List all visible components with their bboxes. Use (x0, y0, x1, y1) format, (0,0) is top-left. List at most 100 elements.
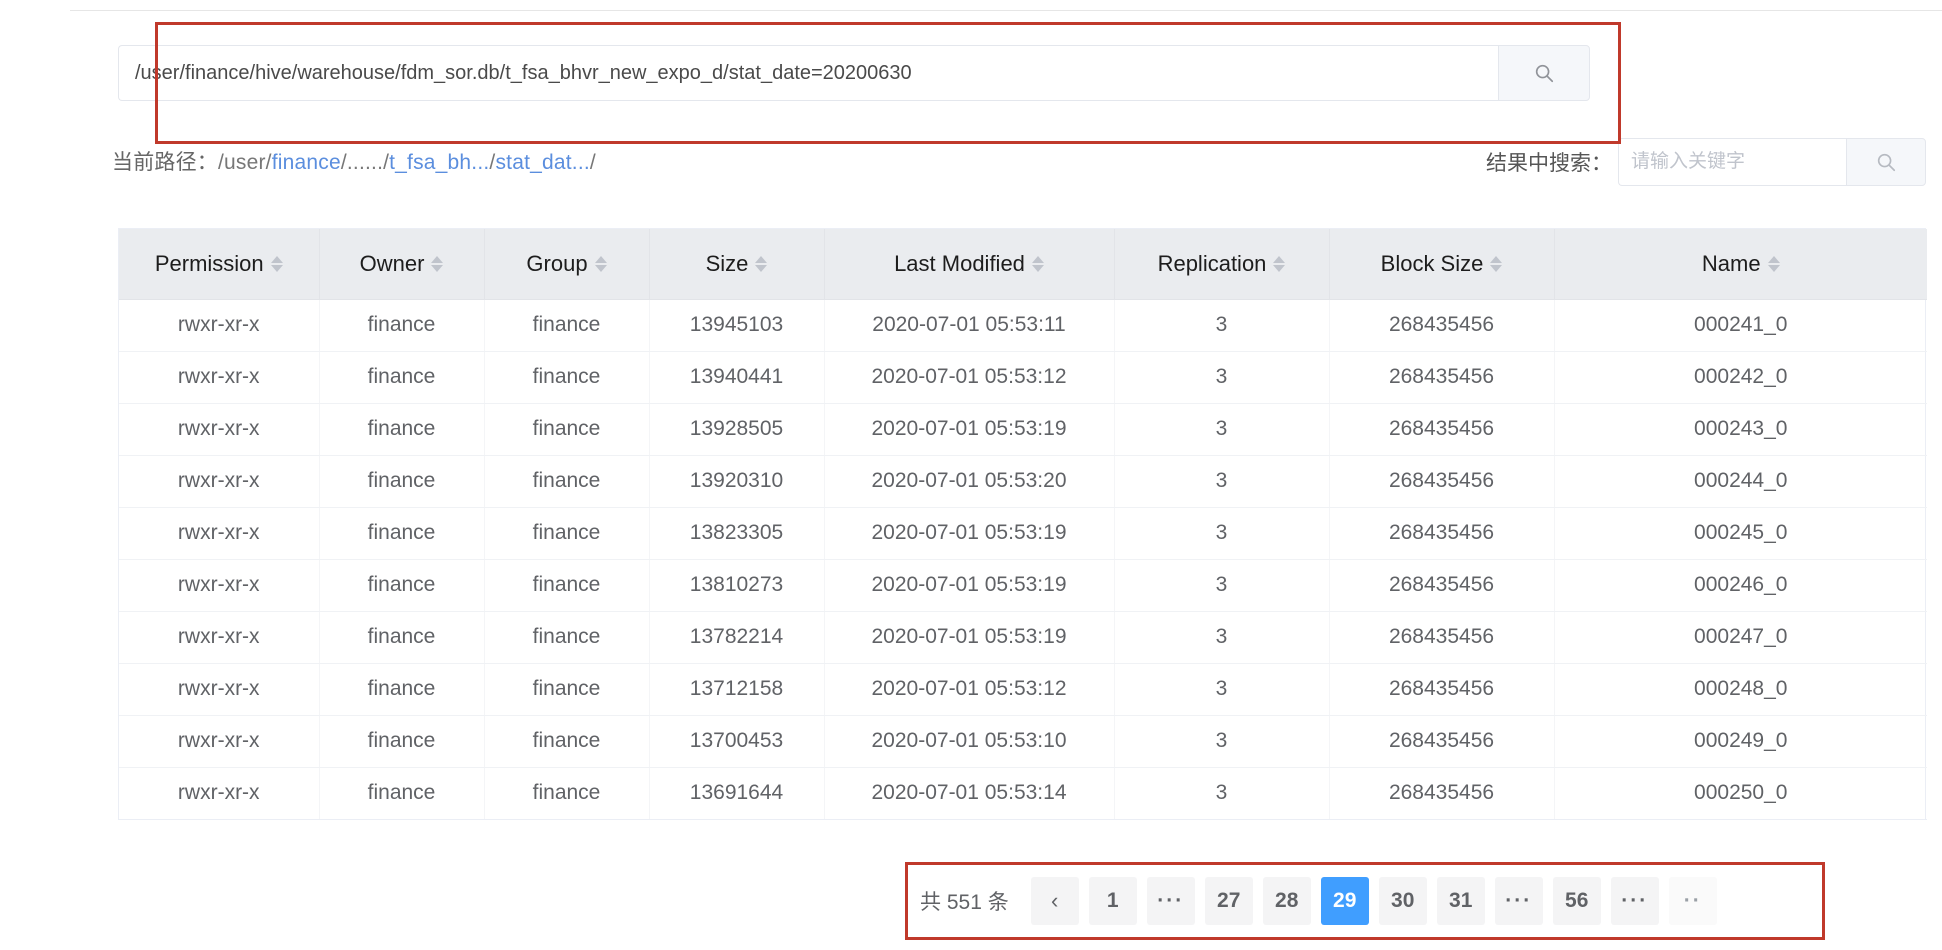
table-row[interactable]: rwxr-xr-x finance finance 13940441 2020-07-0… (119, 351, 1927, 404)
cell-group: finance (484, 611, 650, 664)
result-search-input[interactable] (1618, 138, 1846, 186)
pagination: 共 551 条 ‹ 1 ··· 27 28 29 30 31 ··· 56 ··· ·· (920, 872, 1717, 930)
cell-block_size: 268435456 (1329, 351, 1555, 404)
column-label: Name (1701, 250, 1761, 276)
cell-owner: finance (319, 611, 485, 664)
pagination-next-button[interactable]: ·· (1668, 877, 1717, 925)
cell-name[interactable]: 000248_0 (1554, 663, 1927, 716)
column-header-size[interactable]: Size (649, 229, 825, 300)
column-label: Last Modified (894, 250, 1025, 276)
cell-permission: rwxr-xr-x (119, 663, 320, 716)
pagination-page-56[interactable]: 56 (1552, 877, 1601, 925)
column-header-last-modified[interactable]: Last Modified (824, 229, 1115, 300)
column-header-owner[interactable]: Owner (319, 229, 485, 300)
cell-name[interactable]: 000244_0 (1554, 455, 1927, 508)
sort-arrows-icon[interactable] (431, 255, 444, 272)
top-divider (70, 10, 1942, 11)
cell-name[interactable]: 000242_0 (1554, 351, 1927, 404)
cell-size: 13782214 (649, 611, 825, 664)
cell-name[interactable]: 000243_0 (1554, 403, 1927, 456)
cell-block_size: 268435456 (1329, 299, 1555, 352)
cell-block_size: 268435456 (1329, 663, 1555, 716)
breadcrumb-segment-table[interactable]: t_fsa_bh... (389, 151, 489, 174)
cell-name[interactable]: 000249_0 (1554, 715, 1927, 768)
pagination-total: 共 551 条 (920, 891, 1009, 914)
cell-block_size: 268435456 (1329, 507, 1555, 560)
breadcrumb-segment-partition[interactable]: stat_dat... (495, 151, 589, 174)
cell-group: finance (484, 351, 650, 404)
result-search-button[interactable] (1846, 138, 1926, 186)
sort-arrows-icon[interactable] (1767, 255, 1780, 272)
cell-name[interactable]: 000245_0 (1554, 507, 1927, 560)
sort-arrows-icon[interactable] (755, 255, 768, 272)
table-row[interactable]: rwxr-xr-x finance finance 13810273 2020-07-0… (119, 559, 1927, 612)
column-header-block-size[interactable]: Block Size (1329, 229, 1555, 300)
cell-replication: 3 (1114, 351, 1330, 404)
breadcrumb-suffix: / (589, 151, 596, 174)
cell-owner: finance (319, 559, 485, 612)
pagination-page-31[interactable]: 31 (1436, 877, 1485, 925)
table-row[interactable]: rwxr-xr-x finance finance 13691644 2020-07-0… (119, 767, 1927, 820)
pagination-ellipsis[interactable]: ··· (1146, 877, 1195, 925)
pagination-page-30[interactable]: 30 (1378, 877, 1427, 925)
column-header-replication[interactable]: Replication (1114, 229, 1330, 300)
cell-block_size: 268435456 (1329, 559, 1555, 612)
cell-group: finance (484, 403, 650, 456)
sort-arrows-icon[interactable] (594, 255, 607, 272)
cell-replication: 3 (1114, 663, 1330, 716)
column-label: Replication (1157, 250, 1267, 276)
path-search-input[interactable] (118, 45, 1498, 101)
cell-name[interactable]: 000250_0 (1554, 767, 1927, 820)
cell-owner: finance (319, 351, 485, 404)
table-row[interactable]: rwxr-xr-x finance finance 13920310 2020-07-0… (119, 455, 1927, 508)
pagination-page-29[interactable]: 29 (1320, 877, 1369, 925)
cell-group: finance (484, 663, 650, 716)
file-table: Permission Owner Group Size Last Modifie… (118, 228, 1927, 820)
table-row[interactable]: rwxr-xr-x finance finance 13945103 2020-07-0… (119, 299, 1927, 352)
cell-name[interactable]: 000246_0 (1554, 559, 1927, 612)
pagination-page-28[interactable]: 28 (1262, 877, 1311, 925)
path-search-button[interactable] (1498, 45, 1590, 101)
cell-block_size: 268435456 (1329, 611, 1555, 664)
column-header-group[interactable]: Group (484, 229, 650, 300)
column-header-name[interactable]: Name (1554, 229, 1927, 300)
cell-group: finance (484, 559, 650, 612)
cell-size: 13920310 (649, 455, 825, 508)
cell-block_size: 268435456 (1329, 403, 1555, 456)
file-browser-page: 当前路径：/user/finance/....../t_fsa_bh.../st… (0, 0, 1942, 950)
cell-name[interactable]: 000247_0 (1554, 611, 1927, 664)
sort-arrows-icon[interactable] (1031, 255, 1044, 272)
cell-permission: rwxr-xr-x (119, 299, 320, 352)
pagination-prev-button[interactable]: ‹ (1030, 877, 1079, 925)
pagination-ellipsis[interactable]: ··· (1494, 877, 1543, 925)
table-row[interactable]: rwxr-xr-x finance finance 13823305 2020-07-0… (119, 507, 1927, 560)
table-row[interactable]: rwxr-xr-x finance finance 13712158 2020-07-0… (119, 663, 1927, 716)
cell-owner: finance (319, 299, 485, 352)
table-row[interactable]: rwxr-xr-x finance finance 13928505 2020-07-0… (119, 403, 1927, 456)
cell-replication: 3 (1114, 767, 1330, 820)
sort-arrows-icon[interactable] (270, 255, 283, 272)
cell-name[interactable]: 000241_0 (1554, 299, 1927, 352)
cell-last_modified: 2020-07-01 05:53:12 (824, 663, 1115, 716)
column-header-permission[interactable]: Permission (119, 229, 320, 300)
breadcrumb-prefix: /user/ (218, 151, 272, 174)
column-label: Owner (359, 250, 425, 276)
cell-replication: 3 (1114, 611, 1330, 664)
pagination-page-27[interactable]: 27 (1204, 877, 1253, 925)
cell-replication: 3 (1114, 507, 1330, 560)
cell-group: finance (484, 455, 650, 508)
result-search-group: 结果中搜索： (1486, 138, 1926, 186)
sort-arrows-icon[interactable] (1490, 255, 1503, 272)
table-row[interactable]: rwxr-xr-x finance finance 13782214 2020-07-0… (119, 611, 1927, 664)
cell-block_size: 268435456 (1329, 715, 1555, 768)
cell-last_modified: 2020-07-01 05:53:19 (824, 507, 1115, 560)
pagination-page-1[interactable]: 1 (1088, 877, 1137, 925)
cell-last_modified: 2020-07-01 05:53:19 (824, 559, 1115, 612)
sort-arrows-icon[interactable] (1273, 255, 1286, 272)
breadcrumb-segment-finance[interactable]: finance (272, 151, 341, 174)
pagination-ellipsis[interactable]: ··· (1610, 877, 1659, 925)
table-row[interactable]: rwxr-xr-x finance finance 13700453 2020-07-0… (119, 715, 1927, 768)
breadcrumb-ellipsis: /....../ (340, 151, 390, 174)
cell-size: 13700453 (649, 715, 825, 768)
cell-group: finance (484, 507, 650, 560)
